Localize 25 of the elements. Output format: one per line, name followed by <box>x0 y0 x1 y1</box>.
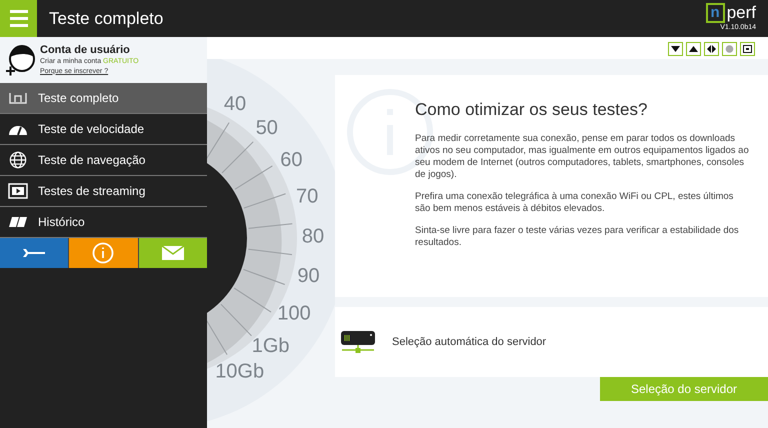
account-title: Conta de usuário <box>40 44 131 56</box>
video-icon[interactable] <box>740 42 755 56</box>
page-title: Teste completo <box>49 8 164 30</box>
tips-paragraph: Sinta-se livre para fazer o teste várias vezes para verificar a estabilidade dos resultados. <box>415 224 740 248</box>
server-icon <box>340 329 376 355</box>
download-icon[interactable] <box>668 42 683 56</box>
menu-item[interactable]: Testes de streaming <box>0 176 207 207</box>
logo: n perf <box>706 3 756 24</box>
action-button[interactable] <box>0 238 70 268</box>
menu-item[interactable]: Teste de velocidade <box>0 114 207 145</box>
menu-item[interactable]: Histórico <box>0 207 207 238</box>
wrench-icon <box>23 247 46 259</box>
menu-item[interactable]: Teste de navegação <box>0 145 207 176</box>
split-icon[interactable] <box>704 42 719 56</box>
mail-icon <box>162 246 184 260</box>
tips-title: Como otimizar os seus testes? <box>415 99 648 121</box>
menu-item[interactable]: Teste completo <box>0 83 207 114</box>
video-icon <box>8 182 28 200</box>
info-icon <box>92 242 114 264</box>
globe-icon <box>8 151 28 169</box>
user-add-icon <box>4 43 36 77</box>
server-label: Seleção automática do servidor <box>392 334 546 350</box>
upload-icon[interactable] <box>686 42 701 56</box>
tips-paragraph: Para medir corretamente sua conexão, pense em parar todos os downloads ativos no seu computador, mas igualmente em outros equipamentos ligados ao seu modem de Internet (outros computadores, tablets, smartphones, consoles de jogos). <box>415 132 750 180</box>
tips-paragraph: Prefira uma conexão telegráfica à uma conexão WiFi ou CPL, estes últimos são bem menos estáveis à débitos elevados. <box>415 190 734 214</box>
